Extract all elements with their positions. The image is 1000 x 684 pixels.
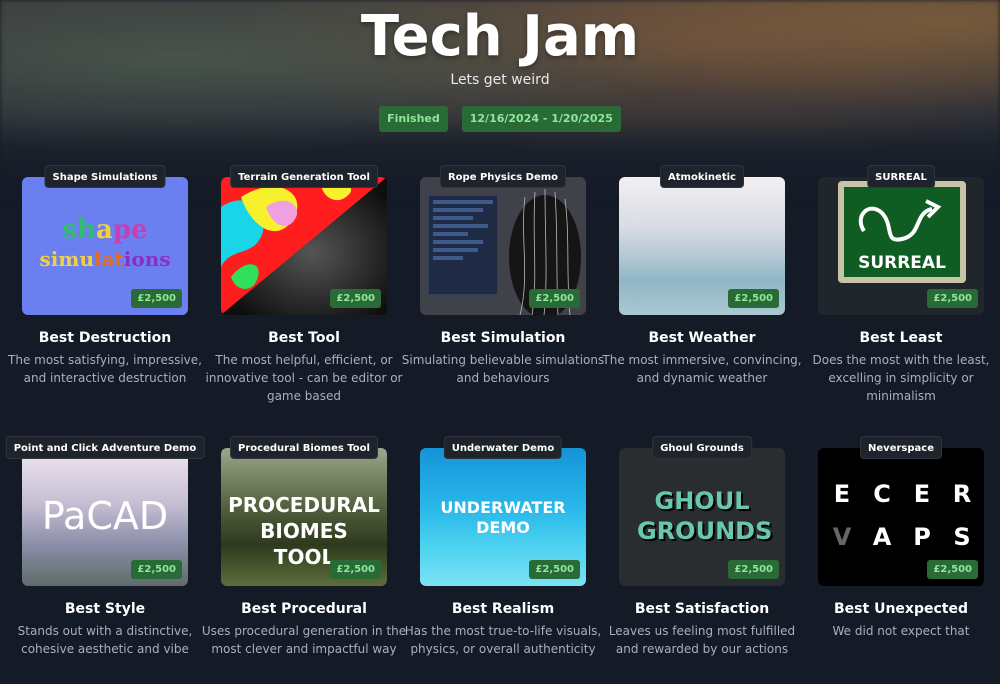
prize-badge: £2,500 [131,560,182,579]
thumbnail-art-text: shape [62,215,148,245]
prize-badge: £2,500 [728,289,779,308]
entry-name-tag[interactable]: Ghoul Grounds [652,436,752,459]
entry-name-tag[interactable]: Underwater Demo [443,436,563,459]
thumbnail-art-text: GHOUL GROUNDS [637,487,773,545]
thumbnail-art-text: simulations [39,247,171,271]
svg-text:E: E [914,480,930,508]
squiggle-arrow-icon [858,199,942,242]
award-title: Best Tool [268,330,340,346]
entry-thumbnail[interactable]: £2,500 [619,177,785,315]
entry-name-tag[interactable]: SURREAL [867,165,935,188]
thumbnail-art-text: PaCAD [41,494,169,538]
award-description: Uses procedural generation in the most c… [201,624,407,656]
award-description: We did not expect that [832,624,970,638]
entry-name-tag[interactable]: Procedural Biomes Tool [230,436,378,459]
entry-thumbnail[interactable]: £2,500 [221,177,387,315]
entry-name-tag[interactable]: Atmokinetic [660,165,744,188]
thumbnail-art-text: SURREAL [858,253,946,273]
prize-badge: £2,500 [728,560,779,579]
award-title: Best Least [859,330,943,346]
award-description: Simulating believable simulations and be… [401,353,605,385]
award-title: Best Weather [648,330,756,346]
award-title: Best Style [64,601,146,617]
entry-name-tag[interactable]: Terrain Generation Tool [230,165,378,188]
award-title: Best Simulation [440,330,566,346]
award-title: Best Destruction [38,330,172,346]
award-description: The most satisfying, impressive, and int… [8,353,202,385]
prize-badge: £2,500 [131,289,182,308]
event-badges: Finished 12/16/2024 - 1/20/2025 [0,106,1000,132]
entry-thumbnail[interactable]: UNDERWATER DEMO £2,500 [420,448,586,586]
entry-name-tag[interactable]: Rope Physics Demo [439,165,567,188]
award-description: Does the most with the least, excelling … [812,353,990,403]
prize-badge: £2,500 [330,560,381,579]
page-subtitle: Lets get weird [450,72,550,88]
entry-thumbnail[interactable]: PROCEDURAL BIOMES TOOL £2,500 [221,448,387,586]
svg-text:S: S [953,523,970,551]
svg-text:P: P [913,523,931,551]
monitor-art: SURREAL [838,181,966,283]
entry-thumbnail[interactable]: shape simulations £2,500 [22,177,188,315]
status-badge: Finished [379,106,448,132]
thumbnail-art-text: UNDERWATER DEMO [440,498,566,537]
page-title: Tech Jam [360,4,640,69]
prize-badge: £2,500 [927,289,978,308]
entry-thumbnail[interactable]: GHOUL GROUNDS £2,500 [619,448,785,586]
award-title: Best Procedural [241,601,367,617]
prize-badge: £2,500 [330,289,381,308]
svg-text:C: C [873,480,891,508]
prize-badge: £2,500 [529,560,580,579]
svg-text:E: E [834,480,850,508]
entry-name-tag[interactable]: Point and Click Adventure Demo [5,436,205,459]
award-description: The most helpful, efficient, or innovati… [205,353,403,403]
award-description: Leaves us feeling most fulfilled and rew… [608,624,796,656]
svg-text:V: V [833,523,852,551]
prize-badge: £2,500 [927,560,978,579]
entry-thumbnail[interactable]: PaCAD £2,500 [22,448,188,586]
award-description: Stands out with a distinctive, cohesive … [17,624,193,656]
award-title: Best Satisfaction [634,601,770,617]
entry-name-tag[interactable]: Shape Simulations [44,165,166,188]
award-description: Has the most true-to-life visuals, physi… [404,624,602,656]
entry-name-tag[interactable]: Neverspace [860,436,942,459]
award-title: Best Unexpected [834,601,968,617]
entry-thumbnail[interactable]: SURREAL £2,500 [818,177,984,315]
award-title: Best Realism [451,601,555,617]
entry-thumbnail[interactable]: £2,500 [420,177,586,315]
date-range-badge: 12/16/2024 - 1/20/2025 [461,106,621,132]
svg-text:A: A [873,523,892,551]
entry-thumbnail[interactable]: ECER VAPS £2,500 [818,448,984,586]
prize-badge: £2,500 [529,289,580,308]
svg-text:R: R [953,480,971,508]
award-description: The most immersive, convincing, and dyna… [602,353,802,385]
thumbnail-art-text: PROCEDURAL BIOMES TOOL [228,493,380,569]
